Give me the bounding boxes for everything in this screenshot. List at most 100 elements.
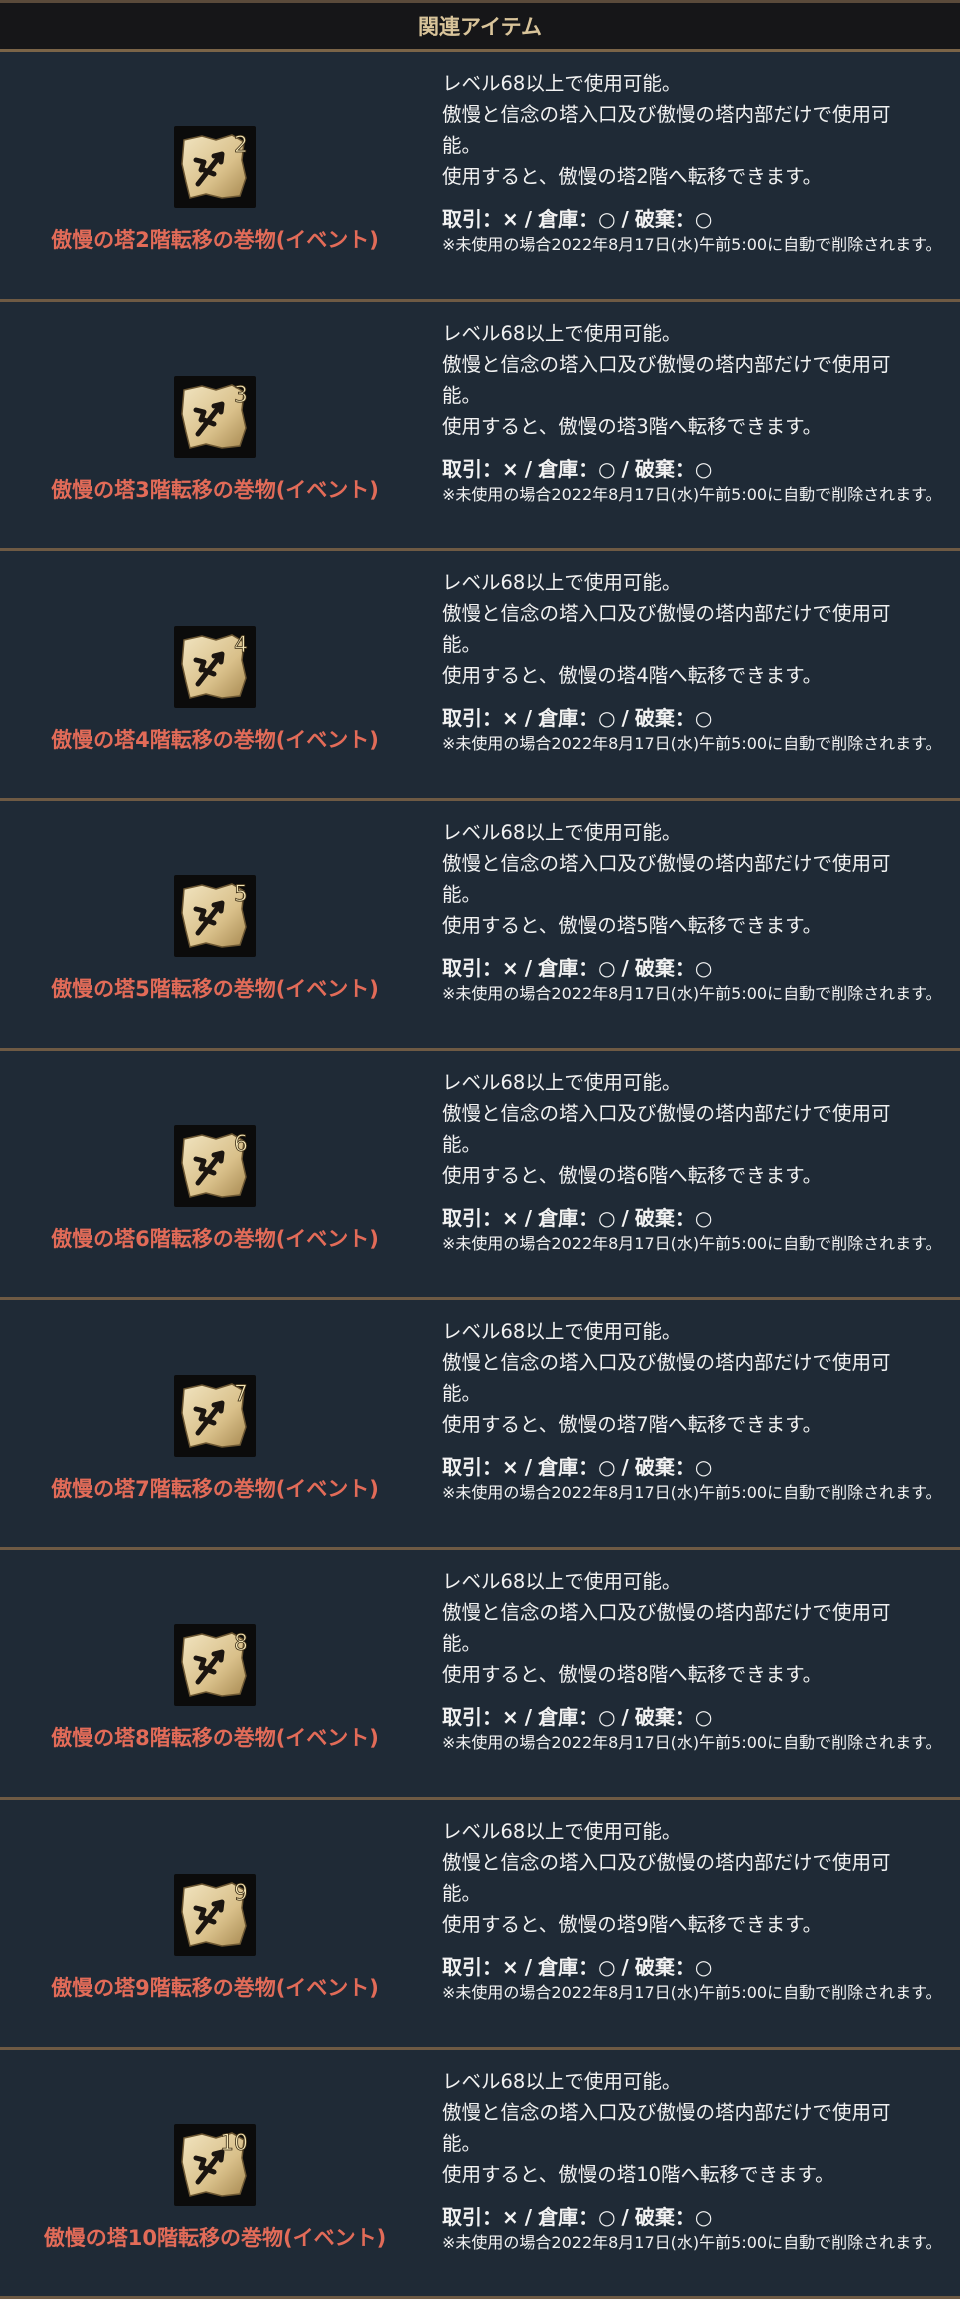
trade-label: 取引：× bbox=[442, 706, 519, 731]
item-cell: 5 傲慢の塔5階転移の巻物(イベント) bbox=[0, 801, 430, 1048]
item-name[interactable]: 傲慢の塔6階転移の巻物(イベント) bbox=[51, 1223, 379, 1253]
item-row: 8 傲慢の塔8階転移の巻物(イベント) レベル68以上で使用可能。 傲慢と信念の… bbox=[0, 1550, 960, 1800]
discard-label: 破棄：○ bbox=[634, 456, 713, 481]
related-items-page: 関連アイテム 2 傲慢の塔2階転移の巻物(イベント) レベル68以上で使用可能。… bbox=[0, 0, 960, 2299]
trade-info: 取引：× / 倉庫：○ / 破棄：○ bbox=[442, 1205, 713, 1230]
item-list: 2 傲慢の塔2階転移の巻物(イベント) レベル68以上で使用可能。 傲慢と信念の… bbox=[0, 52, 960, 2299]
storage-label: 倉庫：○ bbox=[538, 1205, 616, 1230]
item-cell: 4 傲慢の塔4階転移の巻物(イベント) bbox=[0, 551, 430, 798]
expiry-note: ※未使用の場合2022年8月17日(水)午前5:00に自動で削除されます。 bbox=[442, 1982, 942, 2002]
scroll-icon[interactable]: 3 bbox=[174, 376, 256, 459]
discard-label: 破棄：○ bbox=[634, 207, 713, 231]
item-name[interactable]: 傲慢の塔4階転移の巻物(イベント) bbox=[51, 724, 379, 754]
storage-label: 倉庫：○ bbox=[538, 1954, 616, 1979]
level-requirement: レベル68以上で使用可能。 bbox=[442, 2069, 682, 2093]
expiry-note: ※未使用の場合2022年8月17日(水)午前5:00に自動で削除されます。 bbox=[442, 734, 942, 754]
expiry-note: ※未使用の場合2022年8月17日(水)午前5:00に自動で削除されます。 bbox=[442, 1483, 942, 1503]
usage-area: 傲慢と信念の塔入口及び傲慢の塔内部だけで使用可 bbox=[442, 852, 891, 876]
svg-text:3: 3 bbox=[234, 383, 248, 408]
item-cell: 8 傲慢の塔8階転移の巻物(イベント) bbox=[0, 1550, 430, 1797]
usage-area: 傲慢と信念の塔入口及び傲慢の塔内部だけで使用可 bbox=[442, 1351, 891, 1375]
scroll-icon[interactable]: 2 bbox=[174, 126, 256, 209]
storage-label: 倉庫：○ bbox=[538, 456, 616, 481]
usage-area: 傲慢と信念の塔入口及び傲慢の塔内部だけで使用可 bbox=[442, 103, 891, 126]
trade-label: 取引：× bbox=[442, 956, 519, 981]
usage-area: 傲慢と信念の塔入口及び傲慢の塔内部だけで使用可 bbox=[442, 2100, 891, 2124]
usage-effect: 使用すると、傲慢の塔4階へ転移できます。 bbox=[442, 664, 823, 688]
item-cell: 7 傲慢の塔7階転移の巻物(イベント) bbox=[0, 1300, 430, 1547]
item-description: レベル68以上で使用可能。 傲慢と信念の塔入口及び傲慢の塔内部だけで使用可 能。… bbox=[430, 551, 960, 798]
trade-label: 取引：× bbox=[442, 207, 519, 231]
scroll-icon[interactable]: 9 bbox=[174, 1874, 256, 1957]
item-description: レベル68以上で使用可能。 傲慢と信念の塔入口及び傲慢の塔内部だけで使用可 能。… bbox=[430, 2050, 960, 2297]
expiry-note: ※未使用の場合2022年8月17日(水)午前5:00に自動で削除されます。 bbox=[442, 984, 942, 1004]
item-cell: 2 傲慢の塔2階転移の巻物(イベント) bbox=[0, 52, 430, 299]
item-name[interactable]: 傲慢の塔5階転移の巻物(イベント) bbox=[51, 973, 379, 1003]
item-name[interactable]: 傲慢の塔10階転移の巻物(イベント) bbox=[44, 2222, 386, 2252]
item-name[interactable]: 傲慢の塔9階転移の巻物(イベント) bbox=[51, 1972, 379, 2002]
svg-text:8: 8 bbox=[234, 1631, 248, 1656]
usage-area-cont: 能。 bbox=[442, 383, 482, 407]
item-description: レベル68以上で使用可能。 傲慢と信念の塔入口及び傲慢の塔内部だけで使用可 能。… bbox=[430, 801, 960, 1048]
item-description: レベル68以上で使用可能。 傲慢と信念の塔入口及び傲慢の塔内部だけで使用可 能。… bbox=[430, 1051, 960, 1298]
trade-info: 取引：× / 倉庫：○ / 破棄：○ bbox=[442, 1455, 713, 1480]
scroll-icon[interactable]: 4 bbox=[174, 625, 256, 708]
storage-label: 倉庫：○ bbox=[538, 706, 616, 731]
item-cell: 10 傲慢の塔10階転移の巻物(イベント) bbox=[0, 2050, 430, 2297]
trade-label: 取引：× bbox=[442, 1954, 519, 1979]
expiry-note: ※未使用の場合2022年8月17日(水)午前5:00に自動で削除されます。 bbox=[442, 2232, 942, 2252]
item-row: 7 傲慢の塔7階転移の巻物(イベント) レベル68以上で使用可能。 傲慢と信念の… bbox=[0, 1300, 960, 1551]
discard-label: 破棄：○ bbox=[634, 956, 713, 981]
item-description: レベル68以上で使用可能。 傲慢と信念の塔入口及び傲慢の塔内部だけで使用可 能。… bbox=[430, 52, 960, 299]
discard-label: 破棄：○ bbox=[634, 1954, 713, 1979]
item-description: レベル68以上で使用可能。 傲慢と信念の塔入口及び傲慢の塔内部だけで使用可 能。… bbox=[430, 1800, 960, 2047]
scroll-icon[interactable]: 7 bbox=[174, 1374, 256, 1457]
item-cell: 6 傲慢の塔6階転移の巻物(イベント) bbox=[0, 1051, 430, 1298]
item-name[interactable]: 傲慢の塔2階転移の巻物(イベント) bbox=[51, 224, 379, 254]
usage-area: 傲慢と信念の塔入口及び傲慢の塔内部だけで使用可 bbox=[442, 352, 891, 376]
scroll-icon[interactable]: 5 bbox=[174, 875, 256, 958]
item-row: 2 傲慢の塔2階転移の巻物(イベント) レベル68以上で使用可能。 傲慢と信念の… bbox=[0, 52, 960, 302]
item-row: 5 傲慢の塔5階転移の巻物(イベント) レベル68以上で使用可能。 傲慢と信念の… bbox=[0, 801, 960, 1051]
trade-info: 取引：× / 倉庫：○ / 破棄：○ bbox=[442, 2204, 713, 2229]
scroll-icon[interactable]: 10 bbox=[174, 2123, 256, 2206]
scroll-icon[interactable]: 8 bbox=[174, 1624, 256, 1707]
trade-info: 取引：× / 倉庫：○ / 破棄：○ bbox=[442, 207, 713, 231]
trade-label: 取引：× bbox=[442, 456, 519, 481]
header-title: 関連アイテム bbox=[418, 15, 542, 39]
usage-area-cont: 能。 bbox=[442, 633, 482, 657]
trade-info: 取引：× / 倉庫：○ / 破棄：○ bbox=[442, 1954, 713, 1979]
trade-info: 取引：× / 倉庫：○ / 破棄：○ bbox=[442, 456, 713, 481]
related-items-header: 関連アイテム bbox=[0, 0, 960, 52]
discard-label: 破棄：○ bbox=[634, 2204, 713, 2229]
usage-area: 傲慢と信念の塔入口及び傲慢の塔内部だけで使用可 bbox=[442, 1850, 891, 1874]
item-name[interactable]: 傲慢の塔8階転移の巻物(イベント) bbox=[51, 1722, 379, 1752]
storage-label: 倉庫：○ bbox=[538, 1455, 616, 1480]
discard-label: 破棄：○ bbox=[634, 1205, 713, 1230]
svg-text:10: 10 bbox=[220, 2131, 248, 2156]
usage-area-cont: 能。 bbox=[442, 134, 482, 157]
usage-area-cont: 能。 bbox=[442, 1382, 482, 1406]
usage-effect: 使用すると、傲慢の塔8階へ転移できます。 bbox=[442, 1663, 823, 1687]
usage-effect: 使用すると、傲慢の塔6階へ転移できます。 bbox=[442, 1163, 823, 1187]
item-name[interactable]: 傲慢の塔3階転移の巻物(イベント) bbox=[51, 474, 379, 504]
item-row: 6 傲慢の塔6階転移の巻物(イベント) レベル68以上で使用可能。 傲慢と信念の… bbox=[0, 1050, 960, 1301]
usage-area-cont: 能。 bbox=[442, 2131, 482, 2155]
usage-effect: 使用すると、傲慢の塔2階へ転移できます。 bbox=[442, 165, 823, 188]
level-requirement: レベル68以上で使用可能。 bbox=[442, 1570, 682, 1594]
expiry-note: ※未使用の場合2022年8月17日(水)午前5:00に自動で削除されます。 bbox=[442, 484, 942, 504]
scroll-icon[interactable]: 6 bbox=[174, 1125, 256, 1208]
item-row: 9 傲慢の塔9階転移の巻物(イベント) レベル68以上で使用可能。 傲慢と信念の… bbox=[0, 1799, 960, 2050]
trade-label: 取引：× bbox=[442, 1705, 519, 1730]
level-requirement: レベル68以上で使用可能。 bbox=[442, 1070, 682, 1094]
item-name[interactable]: 傲慢の塔7階転移の巻物(イベント) bbox=[51, 1473, 379, 1503]
item-cell: 9 傲慢の塔9階転移の巻物(イベント) bbox=[0, 1800, 430, 2047]
svg-text:6: 6 bbox=[234, 1132, 248, 1157]
expiry-note: ※未使用の場合2022年8月17日(水)午前5:00に自動で削除されます。 bbox=[442, 1733, 942, 1753]
usage-area-cont: 能。 bbox=[442, 1881, 482, 1905]
trade-label: 取引：× bbox=[442, 1205, 519, 1230]
svg-text:5: 5 bbox=[234, 882, 248, 907]
usage-area: 傲慢と信念の塔入口及び傲慢の塔内部だけで使用可 bbox=[442, 1101, 891, 1125]
item-description: レベル68以上で使用可能。 傲慢と信念の塔入口及び傲慢の塔内部だけで使用可 能。… bbox=[430, 302, 960, 549]
usage-area-cont: 能。 bbox=[442, 1132, 482, 1156]
